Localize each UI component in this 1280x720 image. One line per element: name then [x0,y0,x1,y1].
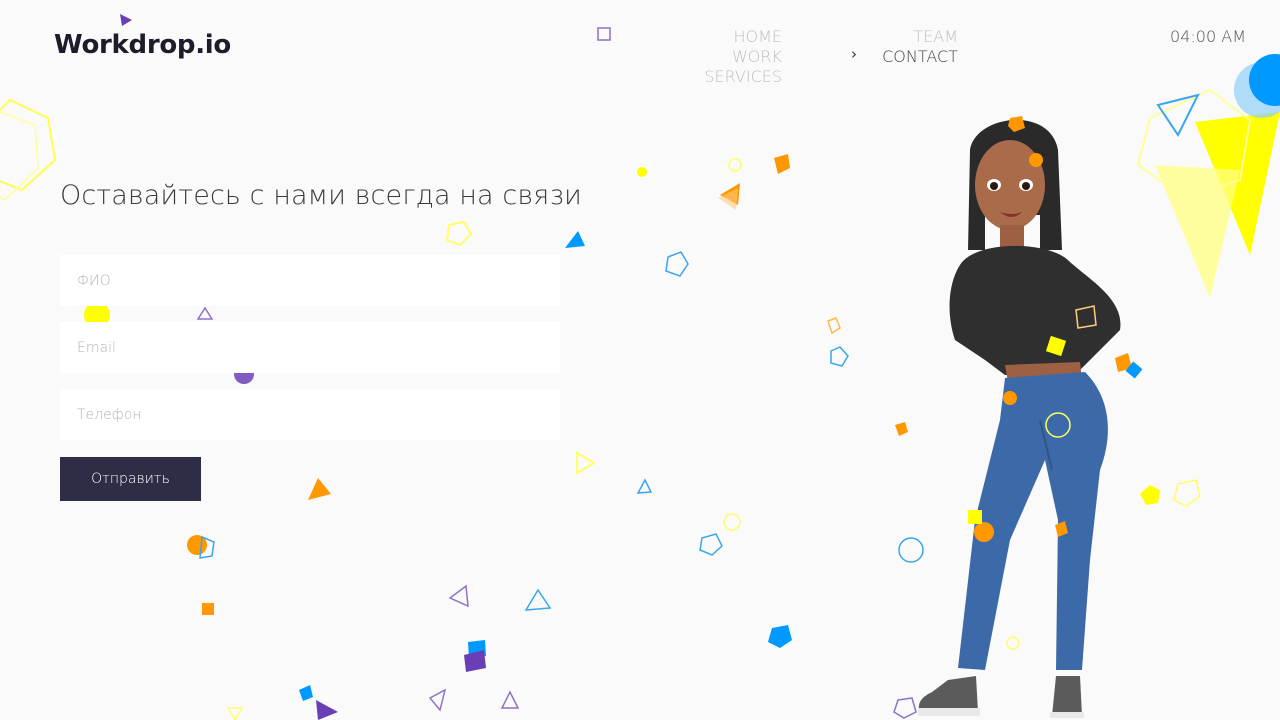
main-nav-left: HOME WORK SERVICES [680,27,782,87]
submit-button[interactable]: Отправить [60,457,201,501]
nav-item-home[interactable]: HOME [680,27,782,47]
brand-logo[interactable]: Workdrop.io [54,30,231,60]
email-field[interactable] [60,322,560,373]
clock-time: 04:00 AM [1170,27,1246,46]
nav-item-services[interactable]: SERVICES [680,67,782,87]
main-nav-right: TEAM CONTACT [850,27,958,67]
nav-item-team[interactable]: TEAM [850,27,958,47]
name-field[interactable] [60,255,560,306]
page-title: Оставайтесь с нами всегда на связи [60,180,582,211]
triangle-icon [120,14,132,26]
nav-item-work[interactable]: WORK [680,47,782,67]
nav-item-contact[interactable]: CONTACT [850,47,958,67]
phone-field[interactable] [60,389,560,440]
